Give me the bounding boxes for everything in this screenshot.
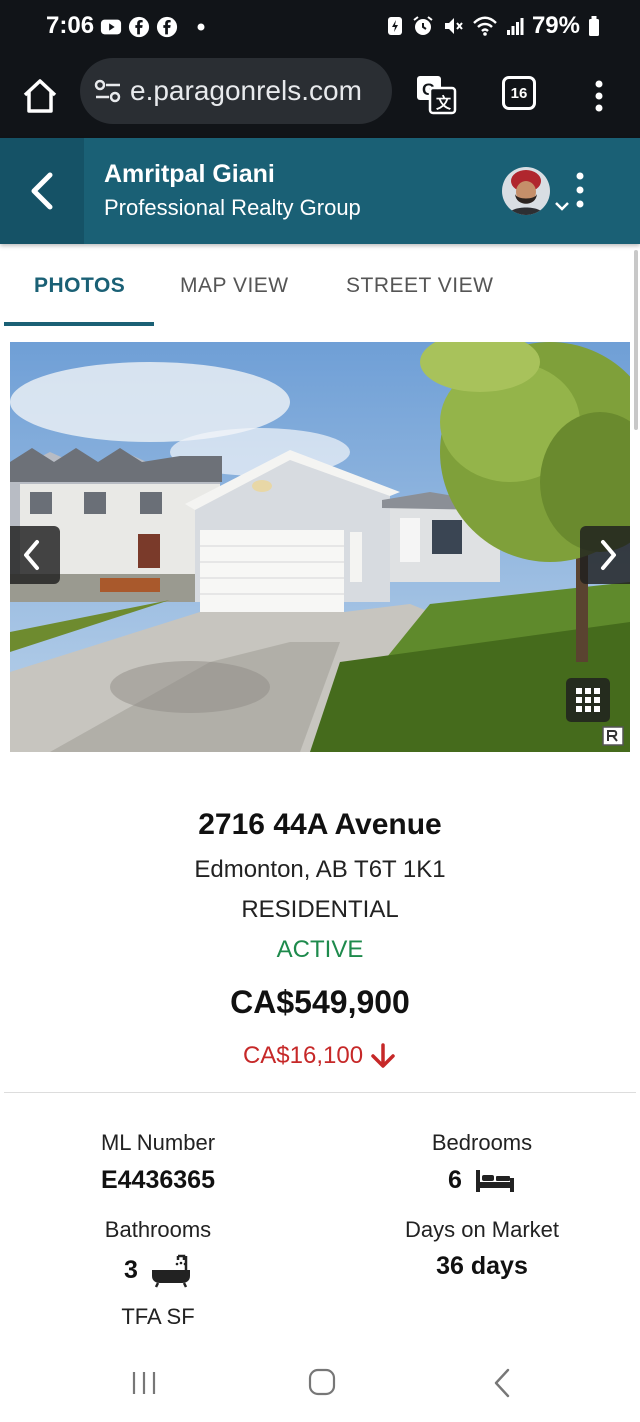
status-right: 79% (386, 12, 600, 40)
tab-street-view[interactable]: STREET VIEW (346, 274, 493, 298)
arrow-down-icon (371, 1043, 395, 1068)
tab-switcher-button[interactable]: 16 (502, 76, 536, 110)
days-on-market: 36 days (436, 1252, 528, 1280)
active-tab-indicator (4, 322, 154, 326)
home-icon[interactable] (18, 74, 62, 118)
bed-icon (475, 1169, 514, 1192)
tfa-sf-label: TFA SF (121, 1304, 195, 1329)
bathrooms-label: Bathrooms (104, 1217, 212, 1242)
agent-company: Professional Realty Group (104, 195, 361, 220)
browser-toolbar: e.paragonrels.com G文 16 (0, 54, 640, 138)
signal-icon (506, 18, 524, 35)
photo-carousel[interactable] (10, 342, 630, 752)
bedrooms-label: Bedrooms (431, 1130, 533, 1155)
ml-number-value: E4436365 (48, 1166, 268, 1195)
bathtub-icon (151, 1254, 190, 1288)
back-button[interactable] (0, 138, 84, 244)
browser-menu-icon[interactable] (584, 74, 614, 118)
avatar-image (502, 167, 550, 215)
home-nav-icon[interactable] (308, 1368, 336, 1396)
agent-name: Amritpal Giani (104, 160, 275, 188)
price-change-amount: CA$16,100 (242, 1042, 364, 1069)
data-saver-icon (387, 17, 402, 35)
property-type: RESIDENTIAL (241, 896, 399, 923)
previous-photo-button[interactable] (10, 526, 60, 584)
battery-percent: 79% (531, 12, 580, 39)
grid-icon (576, 688, 600, 712)
house-photo (10, 342, 630, 752)
notification-icons (100, 16, 206, 38)
divider (4, 1092, 636, 1093)
back-nav-icon[interactable] (492, 1368, 512, 1398)
url-text[interactable]: e.paragonrels.com (130, 75, 388, 107)
svg-text:文: 文 (436, 94, 452, 112)
days-on-market-label: Days on Market (404, 1217, 560, 1242)
battery-icon (589, 16, 599, 36)
tune-icon[interactable] (90, 73, 126, 109)
list-price: CA$549,900 (230, 984, 410, 1020)
avatar[interactable] (502, 167, 550, 215)
next-photo-button[interactable] (580, 526, 630, 584)
kebab-menu-icon[interactable] (572, 170, 588, 210)
translate-icon[interactable]: G文 (414, 72, 458, 116)
address-city: Edmonton, AB T6T 1K1 (194, 856, 446, 883)
photo-grid-button[interactable] (566, 678, 610, 722)
alarm-icon (413, 16, 433, 35)
listing-status: ACTIVE (276, 936, 364, 963)
dot-icon (197, 23, 205, 31)
facebook-icon (156, 16, 178, 38)
bedrooms-count: 6 (448, 1166, 462, 1194)
bathrooms-value: 3 (48, 1252, 268, 1288)
address-bar[interactable]: e.paragonrels.com (80, 58, 392, 124)
agent-header: Amritpal Giani Professional Realty Group (0, 138, 640, 244)
status-bar: 7:06 79% (0, 0, 640, 54)
ml-number: E4436365 (100, 1166, 215, 1194)
tab-map-view[interactable]: MAP VIEW (180, 274, 289, 298)
scrollbar[interactable] (634, 250, 638, 430)
price-change: CA$16,100 (0, 1042, 640, 1070)
facebook-icon (128, 16, 150, 38)
wifi-icon (473, 16, 497, 36)
mute-icon (444, 18, 463, 34)
system-navigation-bar (0, 1350, 640, 1422)
recent-apps-icon[interactable] (130, 1370, 158, 1396)
address-street: 2716 44A Avenue (198, 808, 442, 841)
chevron-left-icon (24, 540, 39, 570)
days-on-market-value: 36 days (372, 1252, 592, 1281)
bathrooms-count: 3 (124, 1255, 138, 1284)
chevron-left-icon (31, 172, 53, 210)
ml-number-label: ML Number (100, 1130, 216, 1155)
tab-photos[interactable]: PHOTOS (34, 274, 125, 298)
chevron-right-icon (601, 540, 616, 570)
youtube-icon (100, 19, 122, 35)
status-time: 7:06 (46, 12, 95, 39)
realtor-logo-icon (602, 726, 624, 746)
media-tabs: PHOTOS MAP VIEW STREET VIEW (0, 244, 640, 328)
bedrooms-value: 6 (372, 1166, 592, 1195)
chevron-down-icon[interactable] (554, 200, 570, 212)
